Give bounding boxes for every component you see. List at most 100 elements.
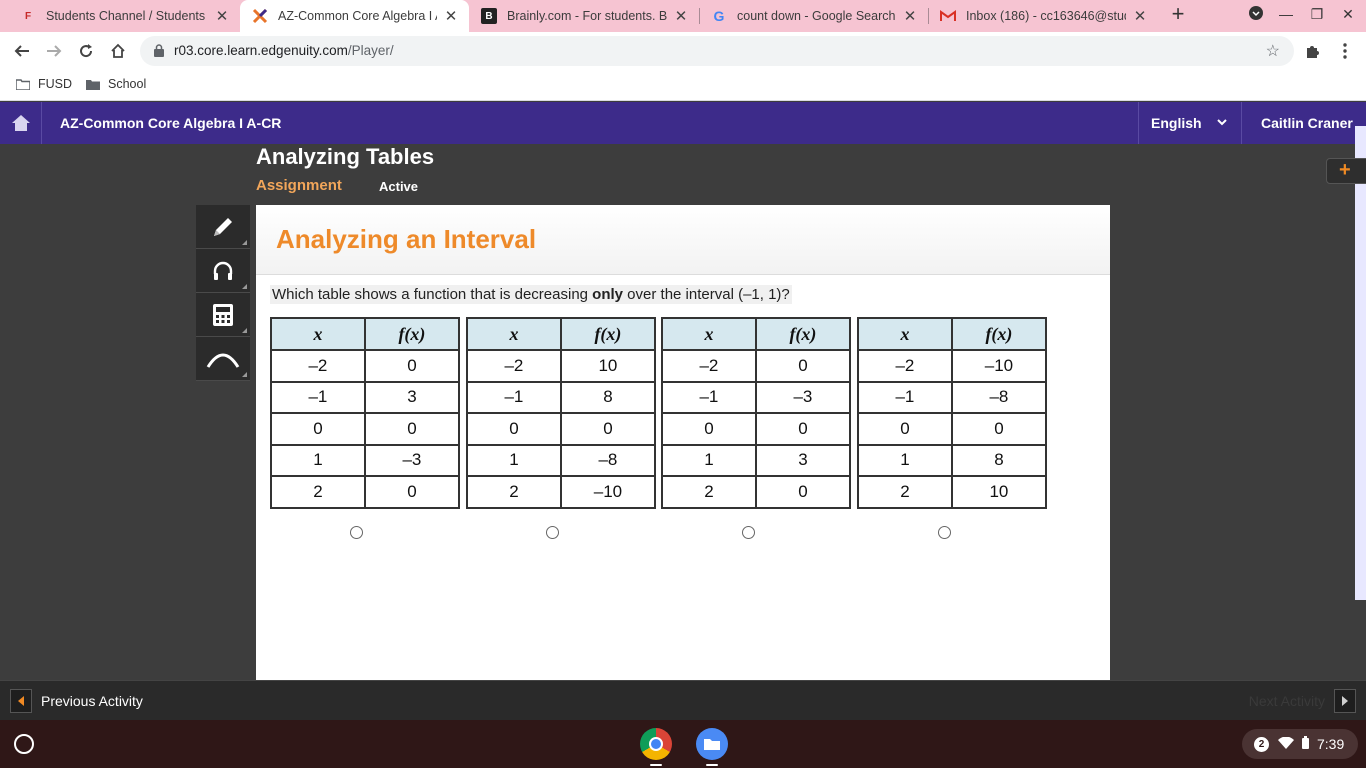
minimize-icon[interactable]: — — [1276, 6, 1296, 22]
course-header: AZ-Common Core Algebra I A-CR English Ca… — [0, 102, 1366, 144]
headphones-icon — [213, 261, 233, 280]
status-tray[interactable]: 2 7:39 — [1242, 729, 1358, 759]
tab-title: Brainly.com - For students. By — [507, 9, 667, 23]
launcher-icon[interactable] — [14, 734, 34, 754]
home-button[interactable] — [0, 102, 42, 144]
tab-title: count down - Google Search — [737, 9, 896, 23]
tab-gmail[interactable]: Inbox (186) - cc163646@stude ✕ — [928, 0, 1158, 32]
address-bar[interactable]: r03.core.learn.edgenuity.com/Player/ ☆ — [140, 36, 1294, 66]
fusd-icon: F — [24, 10, 32, 22]
files-icon[interactable] — [696, 728, 728, 760]
table-row: 00 — [466, 412, 657, 446]
function-table-2: x f(x) –2 10 –1 8 00 1 –8 2 –10 — [466, 317, 657, 509]
table-row: –1 –8 — [857, 380, 1048, 414]
language-select[interactable]: English — [1138, 102, 1242, 144]
browser-toolbar: r03.core.learn.edgenuity.com/Player/ ☆ — [0, 32, 1366, 70]
gmail-icon — [940, 8, 956, 24]
function-table-4: x f(x) –2 –10 –1 –8 00 18 2 10 — [857, 317, 1048, 509]
table-row: 20 — [270, 475, 461, 509]
tab-google[interactable]: G count down - Google Search ✕ — [699, 0, 928, 32]
graph-curve-icon — [206, 353, 240, 368]
reload-icon[interactable] — [74, 39, 98, 63]
chevron-down-icon — [1217, 119, 1227, 126]
user-name[interactable]: Caitlin Craner — [1261, 115, 1353, 131]
folder-icon — [15, 78, 31, 91]
restore-icon[interactable]: ❐ — [1307, 6, 1327, 23]
activity-heading: Analyzing an Interval — [276, 224, 537, 254]
notification-count: 2 — [1254, 736, 1269, 752]
answer-radio-3[interactable] — [742, 526, 755, 539]
table-row: 00 — [270, 412, 461, 446]
scrollbar[interactable] — [1355, 126, 1366, 600]
back-icon[interactable] — [10, 39, 34, 63]
tab-algebra[interactable]: AZ-Common Core Algebra I A-C ✕ — [240, 0, 469, 32]
table-row: 00 — [661, 412, 852, 446]
function-table-1: x f(x) –2 0 –1 3 00 1 –3 20 — [270, 317, 461, 509]
table-row: –1 3 — [270, 380, 461, 414]
close-icon[interactable]: ✕ — [443, 7, 459, 25]
chrome-icon[interactable] — [640, 728, 672, 760]
bookmark-star-icon[interactable]: ☆ — [1266, 41, 1280, 61]
expand-panel-button[interactable]: + — [1326, 158, 1366, 184]
tab-title: Inbox (186) - cc163646@stude — [966, 9, 1126, 23]
answer-radio-2[interactable] — [546, 526, 559, 539]
function-table-3: x f(x) –2 0 –1 –3 00 13 20 — [661, 317, 852, 509]
edgenuity-icon — [252, 8, 268, 24]
tab-students-channel[interactable]: F Students Channel / Students F ✕ — [8, 0, 240, 32]
tab-title: AZ-Common Core Algebra I A-C — [278, 9, 437, 23]
lesson-title: Analyzing Tables — [256, 144, 435, 169]
bookmarks-bar: FUSD School — [0, 70, 1366, 101]
lesson-type: Assignment — [256, 177, 342, 194]
home-icon[interactable] — [106, 39, 130, 63]
folder-icon — [86, 79, 100, 90]
pencil-icon — [214, 217, 232, 236]
clock: 7:39 — [1317, 736, 1345, 752]
question-text: Which table shows a function that is dec… — [270, 285, 792, 304]
os-shelf: 2 7:39 — [0, 720, 1366, 768]
answer-radio-4[interactable] — [938, 526, 951, 539]
menu-icon[interactable] — [1333, 39, 1357, 63]
window-close-icon[interactable]: ✕ — [1338, 6, 1358, 23]
table-row: 2 –10 — [466, 475, 657, 509]
audio-tool-button[interactable] — [196, 249, 250, 293]
forward-icon[interactable] — [42, 39, 66, 63]
calculator-tool-button[interactable] — [196, 293, 250, 337]
previous-activity-button[interactable]: Previous Activity — [10, 689, 143, 713]
course-title: AZ-Common Core Algebra I A-CR — [60, 115, 282, 131]
activity-frame: Analyzing an Interval Which table shows … — [256, 205, 1110, 680]
tab-search-icon[interactable] — [1246, 6, 1266, 23]
table-row: 00 — [857, 412, 1048, 446]
close-icon[interactable]: ✕ — [902, 7, 918, 25]
battery-icon — [1302, 736, 1309, 752]
calculator-icon — [213, 303, 233, 326]
table-row: 2 10 — [857, 475, 1048, 509]
brainly-icon: B — [481, 8, 497, 24]
caret-left-icon — [10, 689, 32, 713]
extensions-icon[interactable] — [1300, 39, 1324, 63]
google-icon: G — [713, 8, 725, 24]
close-icon[interactable]: ✕ — [673, 7, 689, 25]
table-row: 1 –8 — [466, 443, 657, 477]
next-activity-button[interactable]: Next Activity — [1249, 689, 1356, 713]
close-icon[interactable]: ✕ — [214, 7, 230, 25]
pencil-tool-button[interactable] — [196, 205, 250, 249]
lesson-status: Active — [379, 179, 419, 194]
close-icon[interactable]: ✕ — [1132, 7, 1148, 25]
graph-tool-button[interactable] — [196, 337, 250, 381]
answer-radio-1[interactable] — [350, 526, 363, 539]
table-row: –1 –3 — [661, 380, 852, 414]
activity-nav-bar: Previous Activity Next Activity — [0, 680, 1366, 720]
table-row: –2 0 — [270, 349, 461, 383]
caret-right-icon — [1334, 689, 1356, 713]
table-row: –2 10 — [466, 349, 657, 383]
tab-title: Students Channel / Students F — [46, 9, 208, 23]
wifi-icon — [1278, 736, 1294, 752]
table-row: –2 –10 — [857, 349, 1048, 383]
bookmark-fusd[interactable]: FUSD — [15, 77, 72, 91]
bookmark-school[interactable]: School — [86, 77, 146, 91]
new-tab-button[interactable]: + — [1167, 3, 1189, 26]
table-row: –2 0 — [661, 349, 852, 383]
tab-brainly[interactable]: B Brainly.com - For students. By ✕ — [469, 0, 699, 32]
lock-icon — [154, 44, 164, 62]
url-text: r03.core.learn.edgenuity.com/Player/ — [174, 43, 394, 58]
